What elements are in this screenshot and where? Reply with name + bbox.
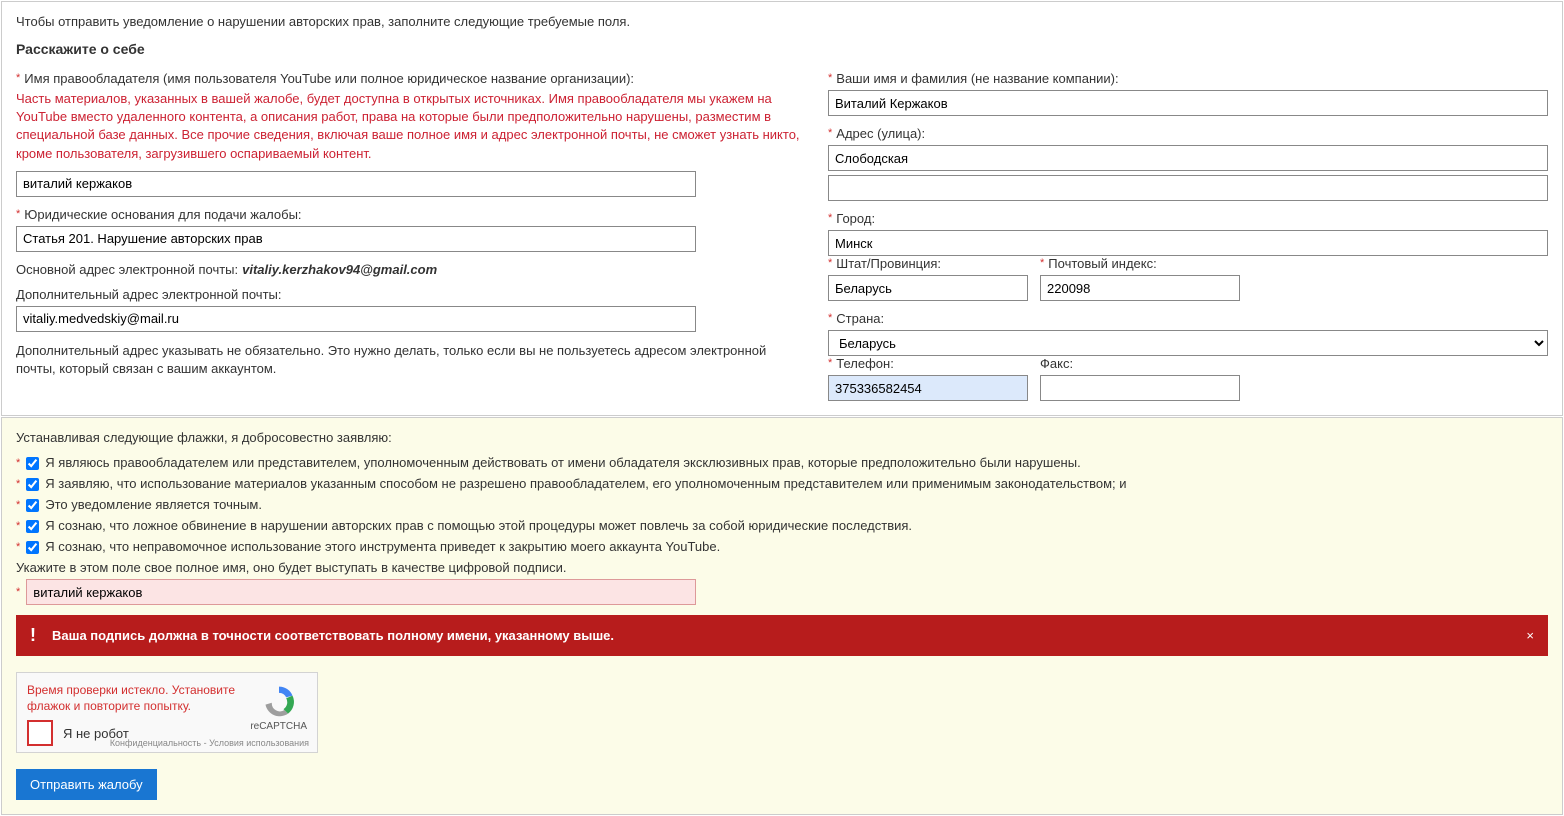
signature-label: Укажите в этом поле свое полное имя, оно… <box>16 560 1548 575</box>
owner-input[interactable] <box>16 171 696 197</box>
country-select[interactable]: Беларусь <box>828 330 1548 356</box>
declaration-checkbox-1[interactable] <box>26 457 39 470</box>
declaration-text: Это уведомление является точным. <box>45 497 262 512</box>
close-icon[interactable]: × <box>1526 628 1534 643</box>
required-mark: * <box>16 457 20 469</box>
declaration-panel: Устанавливая следующие флажки, я добросо… <box>1 417 1563 815</box>
address-label: Адрес (улица): <box>828 126 1548 141</box>
legal-basis-input[interactable] <box>16 226 696 252</box>
recaptcha-brand: reCAPTCHA <box>250 721 307 732</box>
recaptcha-widget: Время проверки истекло. Установите флажо… <box>16 672 318 753</box>
declaration-checkbox-5[interactable] <box>26 541 39 554</box>
declaration-row: * Я сознаю, что неправомочное использова… <box>16 539 1548 554</box>
legal-basis-label: Юридические основания для подачи жалобы: <box>16 207 800 222</box>
declaration-header: Устанавливая следующие флажки, я добросо… <box>16 430 1548 445</box>
primary-email-value: vitaliy.kerzhakov94@gmail.com <box>242 262 437 277</box>
signature-input[interactable] <box>26 579 696 605</box>
captcha-expired-text: Время проверки истекло. Установите флажо… <box>27 683 238 714</box>
alt-email-input[interactable] <box>16 306 696 332</box>
error-message: Ваша подпись должна в точности соответст… <box>52 628 614 643</box>
city-label: Город: <box>828 211 1548 226</box>
city-input[interactable] <box>828 230 1548 256</box>
declaration-checkbox-3[interactable] <box>26 499 39 512</box>
zip-input[interactable] <box>1040 275 1240 301</box>
owner-label: Имя правообладателя (имя пользователя Yo… <box>16 71 800 86</box>
declaration-row: * Это уведомление является точным. <box>16 497 1548 512</box>
fax-label: Факс: <box>1040 356 1240 371</box>
state-input[interactable] <box>828 275 1028 301</box>
required-mark: * <box>16 499 20 511</box>
phone-input[interactable] <box>828 375 1028 401</box>
fullname-label: Ваши имя и фамилия (не название компании… <box>828 71 1548 86</box>
phone-label: Телефон: <box>828 356 1028 371</box>
primary-email-label: Основной адрес электронной почты: <box>16 262 238 277</box>
declaration-row: * Я являюсь правообладателем или предста… <box>16 455 1548 470</box>
address2-input[interactable] <box>828 175 1548 201</box>
alt-email-label: Дополнительный адрес электронной почты: <box>16 287 800 302</box>
fax-input[interactable] <box>1040 375 1240 401</box>
declaration-row: * Я заявляю, что использование материало… <box>16 476 1548 491</box>
instruction-text: Чтобы отправить уведомление о нарушении … <box>16 14 1548 29</box>
declaration-row: * Я сознаю, что ложное обвинение в наруш… <box>16 518 1548 533</box>
required-mark: * <box>16 541 20 553</box>
about-panel: Чтобы отправить уведомление о нарушении … <box>1 1 1563 416</box>
fullname-input[interactable] <box>828 90 1548 116</box>
country-label: Страна: <box>828 311 1548 326</box>
owner-warning: Часть материалов, указанных в вашей жало… <box>16 90 800 163</box>
declaration-checkbox-4[interactable] <box>26 520 39 533</box>
recaptcha-legal[interactable]: Конфиденциальность - Условия использован… <box>110 738 309 748</box>
required-mark: * <box>16 478 20 490</box>
declaration-text: Я сознаю, что ложное обвинение в нарушен… <box>45 518 912 533</box>
about-header: Расскажите о себе <box>16 41 1548 57</box>
required-mark: * <box>16 586 20 598</box>
captcha-checkbox[interactable] <box>27 720 53 746</box>
submit-button[interactable]: Отправить жалобу <box>16 769 157 800</box>
error-banner: ! Ваша подпись должна в точности соответ… <box>16 615 1548 656</box>
alt-email-note: Дополнительный адрес указывать не обязат… <box>16 342 800 378</box>
recaptcha-icon <box>261 683 297 719</box>
declaration-text: Я сознаю, что неправомочное использовани… <box>45 539 720 554</box>
address-input[interactable] <box>828 145 1548 171</box>
declaration-text: Я являюсь правообладателем или представи… <box>45 455 1080 470</box>
alert-icon: ! <box>30 625 36 646</box>
zip-label: Почтовый индекс: <box>1040 256 1240 271</box>
declaration-checkbox-2[interactable] <box>26 478 39 491</box>
declaration-text: Я заявляю, что использование материалов … <box>45 476 1126 491</box>
required-mark: * <box>16 520 20 532</box>
state-label: Штат/Провинция: <box>828 256 1028 271</box>
